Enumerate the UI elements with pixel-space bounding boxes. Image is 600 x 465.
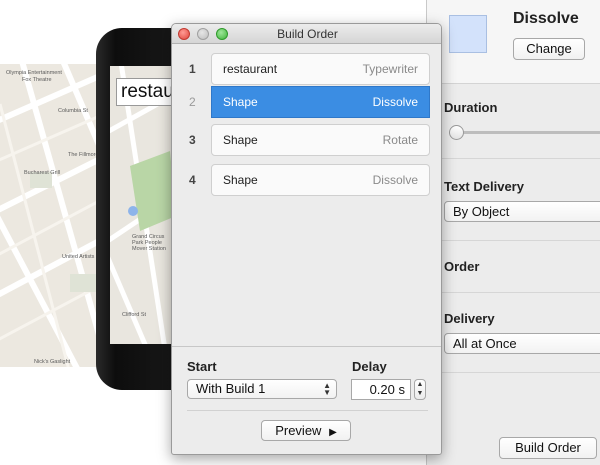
delivery-popup[interactable]: All at Once bbox=[444, 333, 600, 354]
start-popup-value: With Build 1 bbox=[196, 381, 266, 396]
build-row-selected[interactable]: 2 Shape Dissolve bbox=[172, 86, 441, 118]
delay-stepper[interactable]: ▲ ▼ bbox=[414, 379, 426, 400]
divider bbox=[172, 346, 441, 347]
delivery-label: Delivery bbox=[444, 311, 495, 326]
build-effect-name: Typewriter bbox=[362, 62, 418, 76]
order-label: Order bbox=[444, 259, 480, 274]
duration-slider-knob[interactable] bbox=[449, 125, 464, 140]
phone-map-streets bbox=[110, 66, 176, 344]
build-order-button[interactable]: Build Order bbox=[499, 437, 597, 459]
build-card[interactable]: restaurant Typewriter bbox=[211, 53, 430, 85]
up-down-arrows-icon: ▲ ▼ bbox=[323, 381, 331, 397]
change-effect-button[interactable]: Change bbox=[513, 38, 585, 60]
build-number: 1 bbox=[189, 62, 196, 76]
map-label: Grand Circus Park People Mover Station bbox=[132, 234, 166, 252]
start-label: Start bbox=[187, 359, 217, 374]
effect-name: Dissolve bbox=[513, 10, 579, 27]
map-label: Bucharest Grill bbox=[24, 170, 61, 176]
delay-label: Delay bbox=[352, 359, 387, 374]
delay-field[interactable]: 0.20 s bbox=[351, 379, 411, 400]
duration-label: Duration bbox=[444, 100, 498, 115]
build-object-name: restaurant bbox=[223, 62, 278, 76]
build-number: 4 bbox=[189, 173, 196, 187]
build-order-list: 1 restaurant Typewriter 2 Shape Dissolve… bbox=[172, 45, 441, 345]
text-delivery-label: Text Delivery bbox=[444, 179, 524, 194]
map-label: Fox Theatre bbox=[22, 77, 52, 83]
build-number: 3 bbox=[189, 133, 196, 147]
build-card[interactable]: Shape Rotate bbox=[211, 124, 430, 156]
phone-screen-map: Grand Circus Park People Mover Station C… bbox=[110, 66, 176, 344]
map-label: Clifford St bbox=[122, 312, 147, 318]
divider bbox=[187, 410, 428, 411]
build-card[interactable]: Shape Dissolve bbox=[211, 86, 430, 118]
preview-label: Preview bbox=[275, 423, 322, 438]
phone-text-box[interactable]: restaurant bbox=[116, 78, 176, 106]
window-titlebar[interactable]: Build Order bbox=[172, 24, 441, 44]
effect-preview-swatch bbox=[449, 15, 487, 53]
build-row[interactable]: 1 restaurant Typewriter bbox=[172, 53, 441, 85]
divider bbox=[427, 372, 600, 373]
build-row[interactable]: 3 Shape Rotate bbox=[172, 124, 441, 156]
build-object-name: Shape bbox=[223, 133, 258, 147]
build-effect-name: Dissolve bbox=[372, 173, 418, 187]
map-label: Columbia St bbox=[58, 108, 88, 114]
divider bbox=[427, 292, 600, 293]
duration-slider-track[interactable] bbox=[449, 131, 600, 134]
build-effect-name: Dissolve bbox=[372, 95, 418, 109]
build-row[interactable]: 4 Shape Dissolve bbox=[172, 164, 441, 196]
divider bbox=[427, 158, 600, 159]
build-inspector: Dissolve Change Duration Text Delivery B… bbox=[426, 0, 600, 465]
text-delivery-popup[interactable]: By Object bbox=[444, 201, 600, 222]
build-object-name: Shape bbox=[223, 95, 258, 109]
divider bbox=[427, 240, 600, 241]
effect-header: Dissolve Change bbox=[427, 0, 600, 84]
window-title: Build Order bbox=[277, 27, 338, 41]
build-card[interactable]: Shape Dissolve bbox=[211, 164, 430, 196]
build-object-name: Shape bbox=[223, 173, 258, 187]
build-number: 2 bbox=[189, 95, 196, 109]
start-popup[interactable]: With Build 1 ▲ ▼ bbox=[187, 379, 337, 399]
build-order-window: Build Order 1 restaurant Typewriter 2 Sh… bbox=[171, 23, 442, 455]
play-icon: ▶ bbox=[329, 427, 337, 438]
map-label: Nick's Gaslight bbox=[34, 359, 71, 365]
build-effect-name: Rotate bbox=[382, 133, 418, 147]
preview-button[interactable]: Preview ▶ bbox=[261, 420, 351, 441]
map-label: Olympia Entertainment bbox=[6, 70, 62, 76]
